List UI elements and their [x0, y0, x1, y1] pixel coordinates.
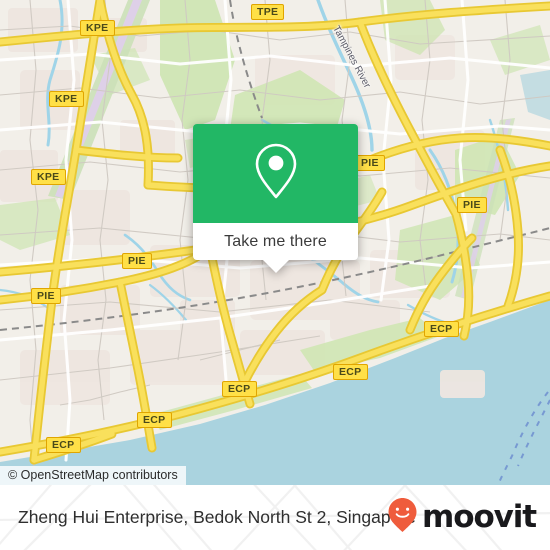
popup-card-tail	[261, 259, 290, 273]
take-me-there-label: Take me there	[224, 232, 327, 250]
highway-shield-ecp-10: ECP	[222, 381, 257, 397]
highway-shield-pie-7: PIE	[31, 288, 61, 304]
footer-bar: Zheng Hui Enterprise, Bedok North St 2, …	[0, 485, 550, 550]
map-canvas[interactable]: TPE KPE KPE KPE PIE PIE PIE PIE ECP ECP ECP ECP ECP …	[0, 0, 550, 485]
highway-shield-ecp-11: ECP	[137, 412, 172, 428]
moovit-smiley-pin-icon	[387, 497, 418, 538]
highway-shield-pie-6: PIE	[122, 253, 152, 269]
highway-shield-tpe-0: TPE	[251, 4, 285, 20]
moovit-brand[interactable]: moovit	[387, 485, 537, 550]
highway-shield-kpe-2: KPE	[49, 91, 84, 107]
highway-shield-kpe-1: KPE	[80, 20, 115, 36]
highway-shield-ecp-12: ECP	[46, 437, 81, 453]
highway-shield-ecp-8: ECP	[424, 321, 459, 337]
highway-shield-pie-4: PIE	[355, 155, 385, 171]
osm-attribution[interactable]: © OpenStreetMap contributors	[0, 466, 186, 485]
map-pin-icon	[253, 142, 299, 205]
popup-card-action[interactable]: Take me there	[193, 223, 358, 273]
highway-shield-pie-5: PIE	[457, 197, 487, 213]
place-popup-card[interactable]: Take me there	[193, 124, 358, 273]
moovit-map-screenshot: TPE KPE KPE KPE PIE PIE PIE PIE ECP ECP ECP ECP ECP …	[0, 0, 550, 550]
highway-shield-kpe-3: KPE	[31, 169, 66, 185]
place-title: Zheng Hui Enterprise, Bedok North St 2, …	[18, 507, 416, 527]
highway-shield-ecp-9: ECP	[333, 364, 368, 380]
popup-card-icon-area	[193, 124, 358, 223]
moovit-wordmark: moovit	[422, 499, 537, 535]
